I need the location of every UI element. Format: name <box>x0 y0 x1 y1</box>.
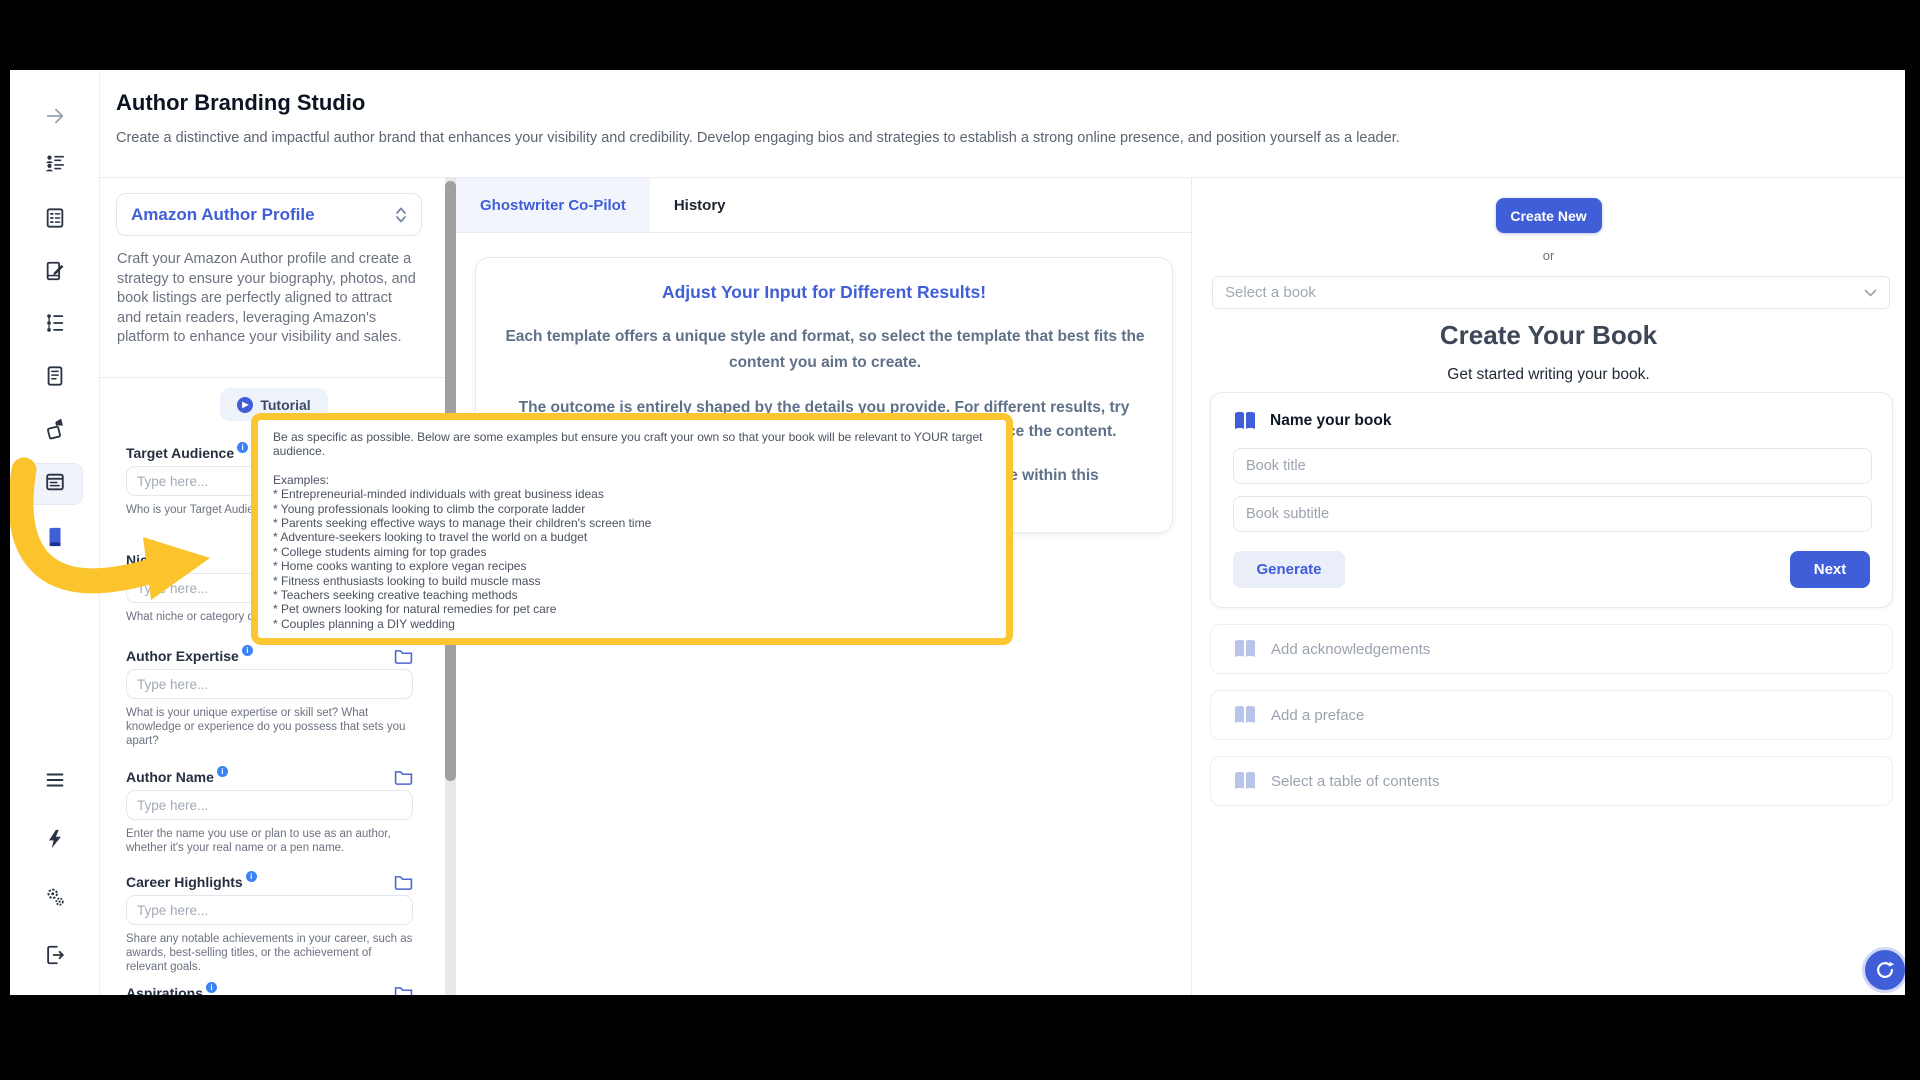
folder-icon[interactable] <box>394 769 413 790</box>
field-label: Niche <box>126 552 164 568</box>
info-card-heading: Adjust Your Input for Different Results! <box>476 282 1172 303</box>
book-title-input[interactable] <box>1233 448 1872 484</box>
select-table-of-contents-card[interactable]: Select a table of contents <box>1210 756 1893 806</box>
tutorial-label: Tutorial <box>260 397 310 413</box>
folder-icon[interactable] <box>394 874 413 895</box>
tooltip-intro: Be as specific as possible. Below are so… <box>273 430 991 459</box>
open-book-icon <box>1233 771 1257 791</box>
arrow-right-icon[interactable] <box>10 104 100 128</box>
career-highlights-input[interactable] <box>126 895 413 925</box>
template-description: Craft your Amazon Author profile and cre… <box>117 250 419 348</box>
write-book-icon[interactable] <box>10 259 100 283</box>
tooltip-example-item: * Parents seeking effective ways to mana… <box>273 516 991 530</box>
book-subtitle-input[interactable] <box>1233 496 1872 532</box>
chevron-updown-icon <box>395 206 407 224</box>
notebook-icon[interactable] <box>10 364 100 388</box>
tooltip-example-item: * Adventure-seekers looking to travel th… <box>273 530 991 544</box>
name-your-book-card: Name your book Generate Next <box>1210 392 1893 608</box>
open-book-icon <box>1233 705 1257 725</box>
tooltip-example-item: * Teachers seeking creative teaching met… <box>273 588 991 602</box>
generate-button[interactable]: Generate <box>1233 551 1345 588</box>
chevron-down-icon <box>1864 289 1877 297</box>
tooltip-example-item: * Couples planning a DIY wedding <box>273 617 991 631</box>
field-label: Target Audience <box>126 445 234 461</box>
info-icon[interactable]: i <box>217 766 228 777</box>
info-icon[interactable]: i <box>206 982 217 993</box>
browser-window-icon[interactable] <box>10 470 100 494</box>
refresh-icon <box>1874 959 1896 981</box>
tooltip-example-item: * Entrepreneurial-minded individuals wit… <box>273 487 991 501</box>
next-button[interactable]: Next <box>1790 551 1870 588</box>
author-expertise-input[interactable] <box>126 669 413 699</box>
lightning-bolt-icon[interactable] <box>10 827 100 851</box>
tooltip-example-item: * Young professionals looking to climb t… <box>273 502 991 516</box>
field-label: Career Highlights <box>126 874 243 890</box>
folder-icon[interactable] <box>394 985 413 995</box>
app-window: Author Branding Studio Create a distinct… <box>10 70 1905 995</box>
template-dropdown-value: Amazon Author Profile <box>131 205 395 225</box>
tooltip-example-item: * College students aiming for top grades <box>273 545 991 559</box>
refresh-floating-button[interactable] <box>1862 947 1905 993</box>
info-icon[interactable]: i <box>237 442 248 453</box>
add-preface-card[interactable]: Add a preface <box>1210 690 1893 740</box>
info-icon[interactable]: i <box>167 549 178 560</box>
tab-history[interactable]: History <box>650 178 750 232</box>
sidebar <box>10 70 100 995</box>
blue-book-icon[interactable] <box>10 525 100 549</box>
page-title: Author Branding Studio <box>116 90 365 116</box>
tooltip-example-item: * Home cooks wanting to explore vegan re… <box>273 559 991 573</box>
tooltip-example-item: * Fitness enthusiasts looking to build m… <box>273 574 991 588</box>
select-book-placeholder: Select a book <box>1225 284 1864 301</box>
name-your-book-title: Name your book <box>1270 412 1391 430</box>
open-book-icon <box>1233 639 1257 659</box>
info-icon[interactable]: i <box>242 645 253 656</box>
folder-icon[interactable] <box>394 648 413 669</box>
page-subtitle: Create a distinctive and impactful autho… <box>116 130 1400 146</box>
author-name-input[interactable] <box>126 790 413 820</box>
add-acknowledgements-card[interactable]: Add acknowledgements <box>1210 624 1893 674</box>
sign-out-icon[interactable] <box>10 943 100 967</box>
locked-item-label: Add a preface <box>1271 707 1364 724</box>
locked-item-label: Select a table of contents <box>1271 773 1439 790</box>
team-list-icon[interactable] <box>10 152 100 176</box>
info-card-paragraph-1: Each template offers a unique style and … <box>495 324 1155 376</box>
book-panel: Create New or Select a book Create Your … <box>1192 178 1905 995</box>
tab-ghostwriter-copilot[interactable]: Ghostwriter Co-Pilot <box>456 178 650 232</box>
create-your-book-subheading: Get started writing your book. <box>1192 366 1905 384</box>
field-helper: What is your unique expertise or skill s… <box>126 706 413 748</box>
page-header: Author Branding Studio Create a distinct… <box>100 70 1905 178</box>
field-helper: Share any notable achievements in your c… <box>126 932 413 974</box>
divider <box>100 377 445 378</box>
play-icon: ▶ <box>237 397 253 413</box>
locked-item-label: Add acknowledgements <box>1271 641 1430 658</box>
open-book-icon <box>1233 411 1257 431</box>
gears-icon[interactable] <box>10 885 100 909</box>
process-steps-icon[interactable] <box>10 311 100 335</box>
template-dropdown[interactable]: Amazon Author Profile <box>116 193 422 236</box>
select-book-dropdown[interactable]: Select a book <box>1212 276 1890 309</box>
tab-bar: Ghostwriter Co-Pilot History <box>456 178 1191 233</box>
field-label: Aspirations <box>126 985 203 995</box>
task-document-icon[interactable] <box>10 206 100 230</box>
screen: Author Branding Studio Create a distinct… <box>0 0 1920 1080</box>
create-new-button[interactable]: Create New <box>1496 198 1602 233</box>
create-your-book-heading: Create Your Book <box>1192 320 1905 351</box>
menu-list-icon[interactable] <box>10 768 100 792</box>
tooltip-examples-label: Examples: <box>273 473 991 487</box>
target-audience-tooltip: Be as specific as possible. Below are so… <box>251 413 1013 645</box>
promote-book-icon[interactable] <box>10 418 100 442</box>
tooltip-example-item: * Pet owners looking for natural remedie… <box>273 602 991 616</box>
field-label: Author Name <box>126 769 214 785</box>
field-helper: Enter the name you use or plan to use as… <box>126 827 413 855</box>
or-separator: or <box>1192 248 1905 263</box>
info-icon[interactable]: i <box>246 871 257 882</box>
field-label: Author Expertise <box>126 648 239 664</box>
